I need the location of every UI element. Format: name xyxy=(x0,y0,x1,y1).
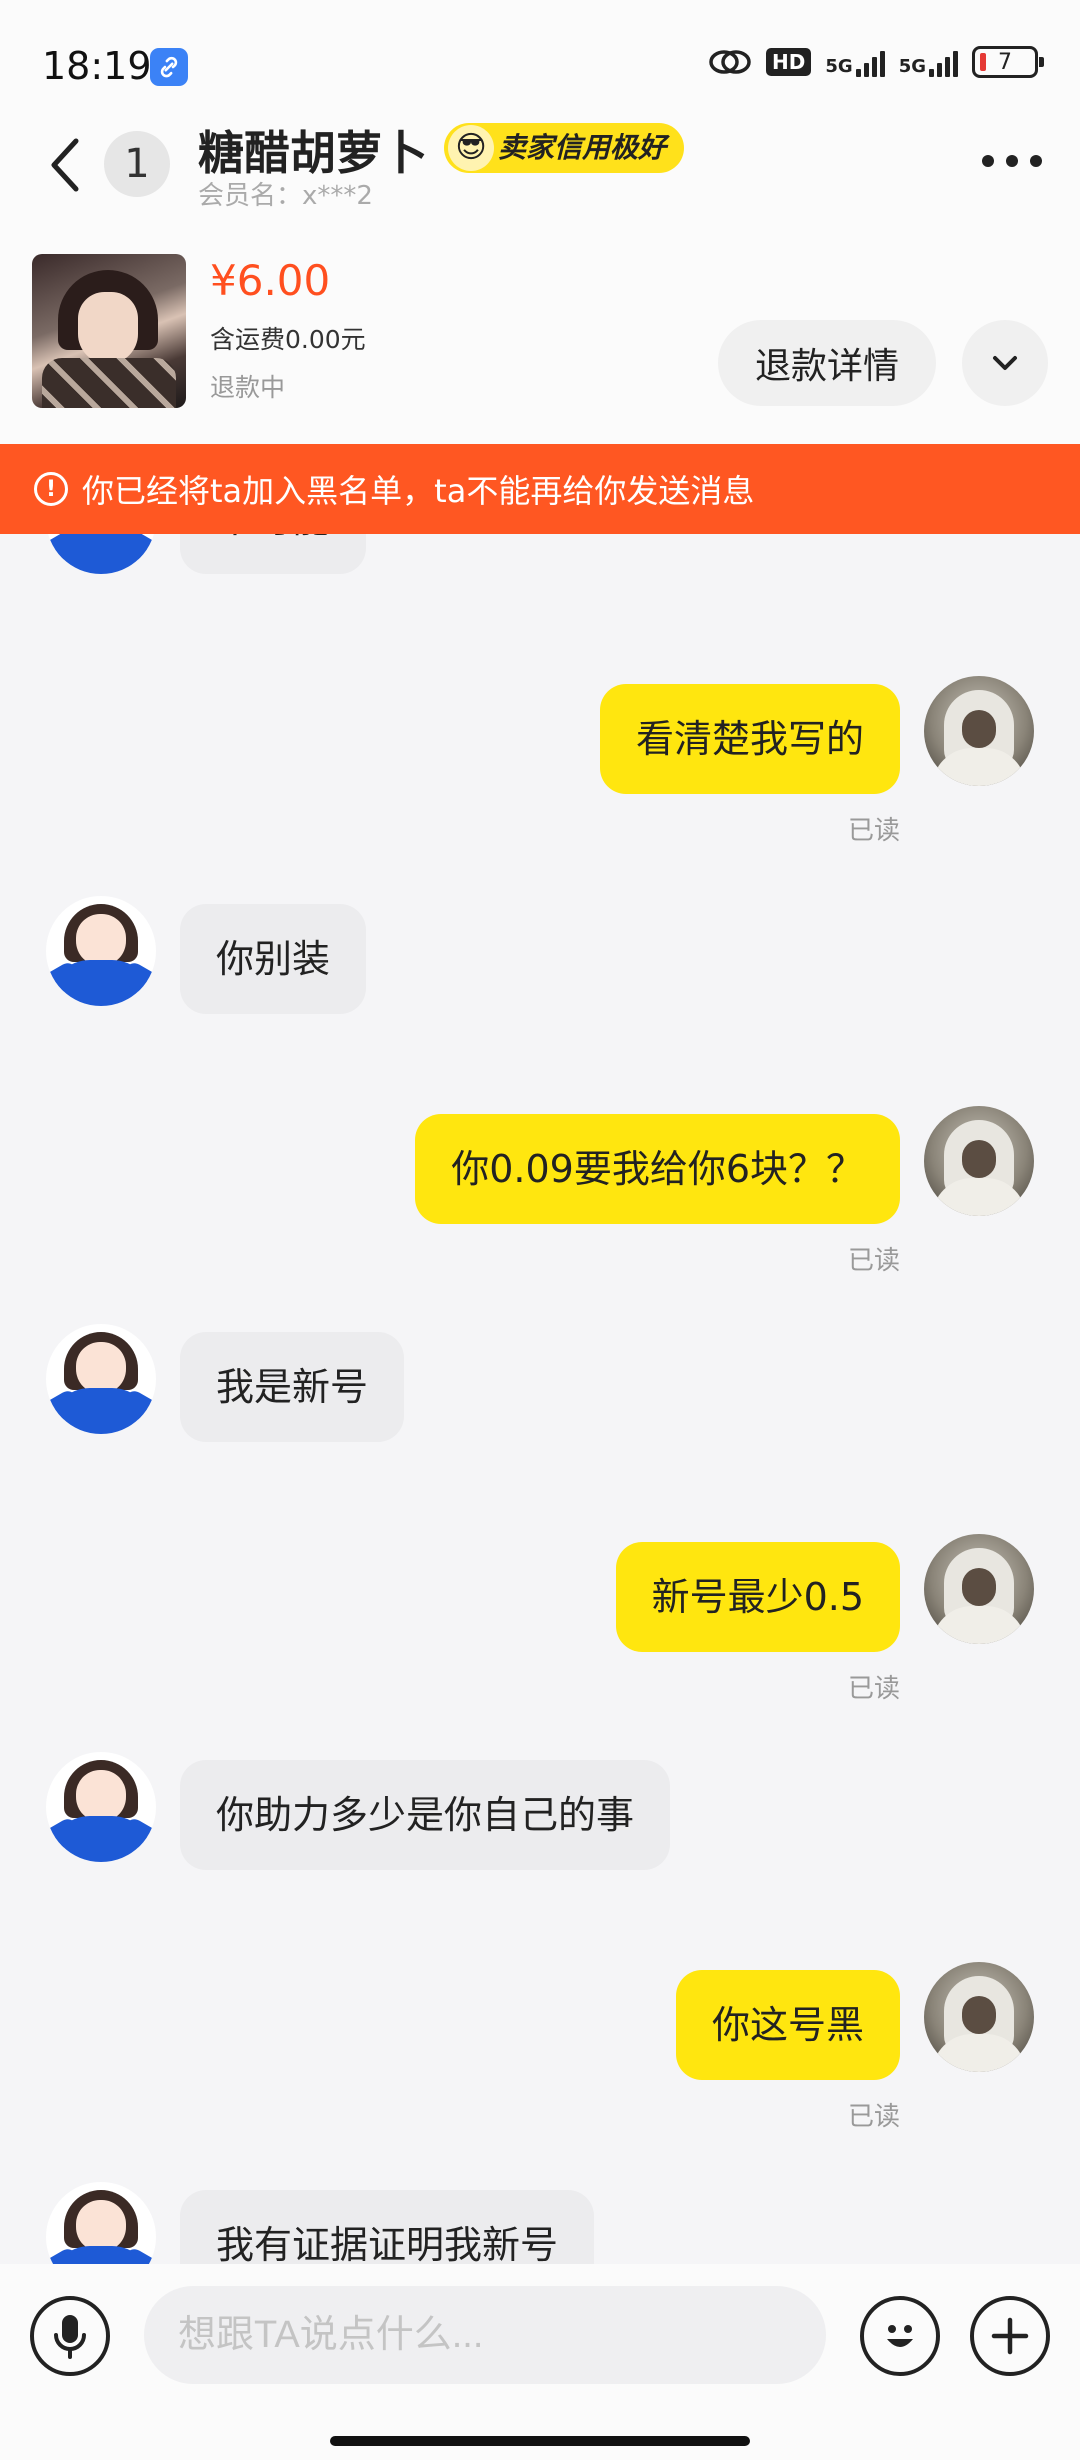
signal-1-icon: 5G xyxy=(825,47,885,77)
plus-icon xyxy=(991,2317,1029,2355)
product-price: ¥6.00 xyxy=(210,256,331,305)
contact-name[interactable]: 糖醋胡萝卜 xyxy=(198,117,428,183)
nav-row: 1 糖醋胡萝卜 😎 卖家信用极好 会员名：x***2 xyxy=(0,115,1080,225)
expand-button[interactable] xyxy=(962,320,1048,406)
link-icon xyxy=(150,48,188,86)
chat-header: 18:19 HD 5G 5G 7 1 糖醋胡萝卜 😎 卖家信用极好 会员名：x*… xyxy=(0,0,1080,445)
battery-level: 7 xyxy=(998,49,1012,75)
blacklist-banner: ! 你已经将ta加入黑名单，ta不能再给你发送消息 xyxy=(0,444,1080,534)
credit-badge[interactable]: 😎 卖家信用极好 xyxy=(444,123,685,173)
status-time: 18:19 xyxy=(42,44,152,88)
my-avatar[interactable] xyxy=(924,676,1034,786)
message-input[interactable] xyxy=(144,2286,826,2384)
member-name: 会员名：x***2 xyxy=(198,181,373,211)
plus-button[interactable] xyxy=(970,2296,1050,2376)
read-status: 已读 xyxy=(847,2102,900,2132)
unread-count-badge[interactable]: 1 xyxy=(104,131,170,197)
message-bubble[interactable]: 不可能 xyxy=(180,534,367,574)
emoji-button[interactable] xyxy=(860,2296,940,2376)
message-row: 你0.09要我给你6块？？ 已读 xyxy=(0,1106,1080,1276)
signal-2-icon: 5G xyxy=(899,47,958,77)
sunglasses-emoji-icon: 😎 xyxy=(448,125,494,171)
emoji-icon xyxy=(887,2325,913,2347)
read-status: 已读 xyxy=(847,1674,900,1704)
seller-avatar[interactable] xyxy=(46,1752,156,1862)
seller-avatar[interactable] xyxy=(46,534,156,574)
message-bubble[interactable]: 看清楚我写的 xyxy=(599,684,900,794)
hotspot-icon xyxy=(709,50,751,74)
input-bar xyxy=(0,2264,1080,2460)
voice-button[interactable] xyxy=(30,2296,110,2376)
message-row: 你这号黑 已读 xyxy=(0,1962,1080,2132)
read-status: 已读 xyxy=(847,1246,900,1276)
seller-avatar[interactable] xyxy=(46,2182,156,2264)
microphone-icon xyxy=(54,2315,86,2359)
message-bubble[interactable]: 你0.09要我给你6块？？ xyxy=(415,1114,900,1224)
product-shipping: 含运费0.00元 xyxy=(210,325,366,354)
refund-details-button[interactable]: 退款详情 xyxy=(718,320,936,406)
credit-badge-label: 卖家信用极好 xyxy=(498,131,667,164)
more-icon[interactable] xyxy=(982,155,1042,169)
home-indicator[interactable] xyxy=(330,2436,750,2446)
my-avatar[interactable] xyxy=(924,1962,1034,2072)
battery-icon: 7 xyxy=(972,46,1044,78)
product-thumbnail[interactable] xyxy=(32,254,186,408)
message-row: 不可能 xyxy=(0,534,1080,594)
status-indicators: HD 5G 5G 7 xyxy=(708,46,1044,78)
order-status: 退款中 xyxy=(210,373,286,402)
hd-badge: HD xyxy=(766,48,812,76)
warning-icon: ! xyxy=(34,472,68,506)
message-bubble[interactable]: 你别装 xyxy=(180,904,367,1014)
my-avatar[interactable] xyxy=(924,1534,1034,1644)
blacklist-banner-text: 你已经将ta加入黑名单，ta不能再给你发送消息 xyxy=(82,472,755,510)
seller-avatar[interactable] xyxy=(46,896,156,1006)
status-bar: 18:19 HD 5G 5G 7 xyxy=(0,0,1080,130)
message-row: 你别装 xyxy=(0,896,1080,1026)
chevron-down-icon xyxy=(993,356,1017,370)
my-avatar[interactable] xyxy=(924,1106,1034,1216)
message-bubble[interactable]: 新号最少0.5 xyxy=(615,1542,900,1652)
back-icon[interactable] xyxy=(44,135,88,195)
message-bubble[interactable]: 我是新号 xyxy=(180,1332,405,1442)
read-status: 已读 xyxy=(847,816,900,846)
message-row: 你助力多少是你自己的事 xyxy=(0,1752,1080,1882)
seller-avatar[interactable] xyxy=(46,1324,156,1434)
message-row: 我是新号 xyxy=(0,1324,1080,1454)
message-row: 看清楚我写的 已读 xyxy=(0,676,1080,846)
chat-messages[interactable]: 不可能 看清楚我写的 已读 你别装 你0.09要我给你6块？？ 已读 我是新号 … xyxy=(0,534,1080,2264)
message-row: 我有证据证明我新号 xyxy=(0,2182,1080,2264)
message-bubble[interactable]: 你助力多少是你自己的事 xyxy=(180,1760,671,1870)
message-bubble[interactable]: 我有证据证明我新号 xyxy=(180,2190,595,2264)
message-row: 新号最少0.5 已读 xyxy=(0,1534,1080,1704)
product-card[interactable]: ¥6.00 含运费0.00元 退款中 退款详情 xyxy=(0,250,1080,420)
message-bubble[interactable]: 你这号黑 xyxy=(675,1970,900,2080)
